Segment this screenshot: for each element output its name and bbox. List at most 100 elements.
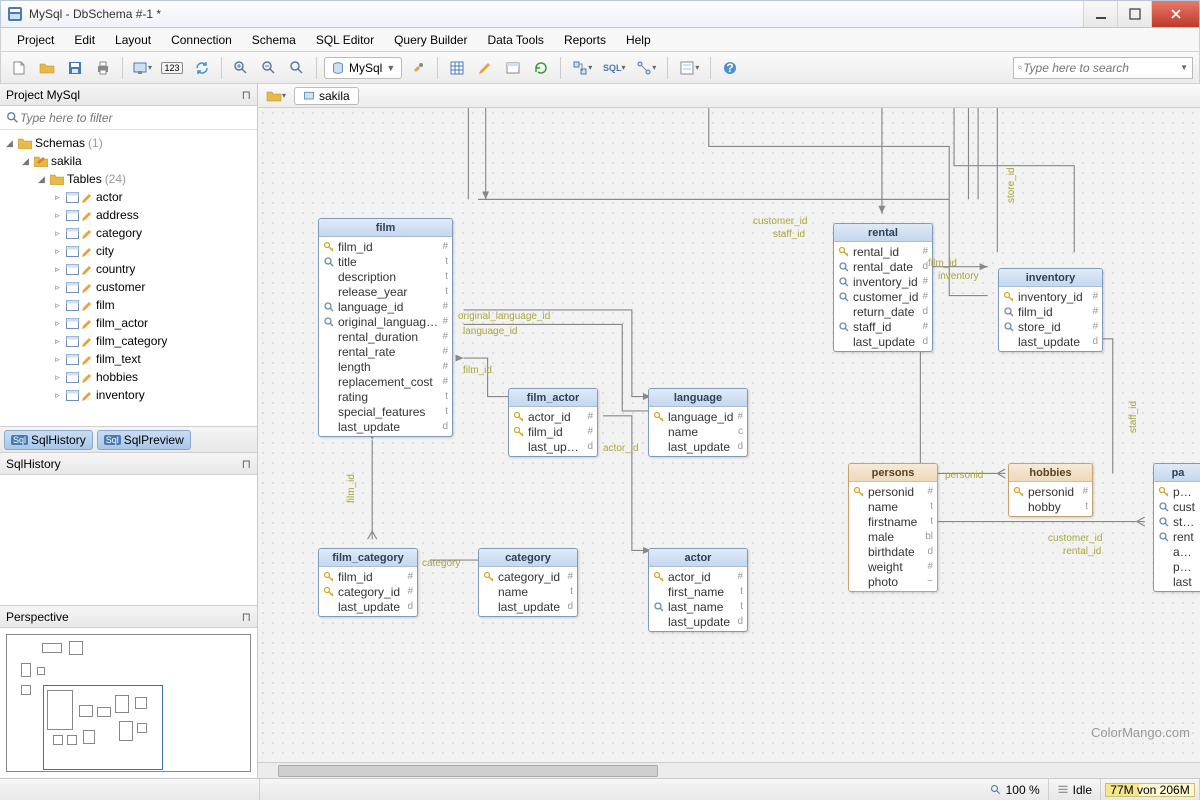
column-rental_rate[interactable]: rental_rate# bbox=[319, 344, 452, 359]
table-film[interactable]: filmfilm_id#titletdescriptiontrelease_ye… bbox=[318, 218, 453, 437]
toolbar-search-input[interactable] bbox=[1023, 61, 1180, 75]
tree-table-actor[interactable]: ▹ actor bbox=[2, 188, 255, 206]
zoom-in-button[interactable] bbox=[229, 56, 253, 80]
menu-sql-editor[interactable]: SQL Editor bbox=[308, 31, 382, 49]
open-button[interactable] bbox=[35, 56, 59, 80]
tree-twisty[interactable]: ◢ bbox=[4, 138, 15, 149]
tree-table-inventory[interactable]: ▹ inventory bbox=[2, 386, 255, 404]
tree-table-film_text[interactable]: ▹ film_text bbox=[2, 350, 255, 368]
column-staff[interactable]: staff bbox=[1154, 514, 1200, 529]
column-release_year[interactable]: release_yeart bbox=[319, 284, 452, 299]
tree-twisty[interactable]: ▹ bbox=[52, 390, 63, 401]
column-film_id[interactable]: film_id# bbox=[319, 239, 452, 254]
column-rent[interactable]: rent bbox=[1154, 529, 1200, 544]
column-rental_id[interactable]: rental_id# bbox=[834, 244, 932, 259]
tree-twisty[interactable]: ▹ bbox=[52, 336, 63, 347]
pin-icon[interactable]: ⊓ bbox=[242, 610, 251, 624]
window-maximize-button[interactable] bbox=[1117, 1, 1151, 27]
tree-twisty[interactable]: ◢ bbox=[36, 174, 47, 185]
layout-button[interactable]: ▾ bbox=[130, 56, 154, 80]
canvas-tab-sakila[interactable]: sakila bbox=[294, 87, 359, 105]
column-staff_id[interactable]: staff_id# bbox=[834, 319, 932, 334]
column-personid[interactable]: personid# bbox=[1009, 484, 1092, 499]
table-header[interactable]: category bbox=[479, 549, 577, 567]
menu-reports[interactable]: Reports bbox=[556, 31, 614, 49]
column-cust[interactable]: cust bbox=[1154, 499, 1200, 514]
column-customer_id[interactable]: customer_id# bbox=[834, 289, 932, 304]
column-last_update[interactable]: last_updated bbox=[479, 599, 577, 614]
column-last_update[interactable]: last_updated bbox=[834, 334, 932, 349]
table-header[interactable]: hobbies bbox=[1009, 464, 1092, 482]
menu-schema[interactable]: Schema bbox=[244, 31, 304, 49]
column-personid[interactable]: personid# bbox=[849, 484, 937, 499]
zoom-fit-button[interactable] bbox=[285, 56, 309, 80]
menu-layout[interactable]: Layout bbox=[107, 31, 159, 49]
sql-button[interactable]: SQL▾ bbox=[600, 56, 628, 80]
numeric-button[interactable]: 123 bbox=[158, 56, 186, 80]
tree-twisty[interactable]: ▹ bbox=[52, 210, 63, 221]
tree-twisty[interactable]: ▹ bbox=[52, 246, 63, 257]
help-button[interactable]: ? bbox=[718, 56, 742, 80]
tree-table-film_actor[interactable]: ▹ film_actor bbox=[2, 314, 255, 332]
menu-project[interactable]: Project bbox=[9, 31, 62, 49]
project-filter[interactable] bbox=[0, 106, 257, 130]
menu-edit[interactable]: Edit bbox=[66, 31, 103, 49]
column-actor_id[interactable]: actor_id# bbox=[649, 569, 747, 584]
tree-twisty[interactable]: ▹ bbox=[52, 354, 63, 365]
diagram-canvas[interactable]: ColorMango.com filmfilm_id#titletdescrip… bbox=[258, 108, 1200, 762]
table-language[interactable]: languagelanguage_id#nameclast_updated bbox=[648, 388, 748, 457]
menu-data-tools[interactable]: Data Tools bbox=[479, 31, 551, 49]
window-minimize-button[interactable] bbox=[1083, 1, 1117, 27]
column-name[interactable]: namet bbox=[849, 499, 937, 514]
new-project-button[interactable] bbox=[7, 56, 31, 80]
column-name[interactable]: namet bbox=[479, 584, 577, 599]
sync-button[interactable] bbox=[190, 56, 214, 80]
grid-button[interactable] bbox=[445, 56, 469, 80]
table-header[interactable]: persons bbox=[849, 464, 937, 482]
column-weight[interactable]: weight# bbox=[849, 559, 937, 574]
column-amou[interactable]: amou bbox=[1154, 544, 1200, 559]
pin-icon[interactable]: ⊓ bbox=[242, 457, 251, 471]
tree-twisty[interactable]: ▹ bbox=[52, 264, 63, 275]
toolbar-search[interactable]: ▼ bbox=[1013, 57, 1193, 79]
column-firstname[interactable]: firstnamet bbox=[849, 514, 937, 529]
tree-twisty[interactable]: ◢ bbox=[20, 156, 31, 167]
sqlhistory-body[interactable] bbox=[0, 475, 257, 605]
column-return_date[interactable]: return_dated bbox=[834, 304, 932, 319]
column-last_name[interactable]: last_namet bbox=[649, 599, 747, 614]
column-actor_id[interactable]: actor_id# bbox=[509, 409, 597, 424]
column-photo[interactable]: photo~ bbox=[849, 574, 937, 589]
refresh-button[interactable] bbox=[529, 56, 553, 80]
table-actor[interactable]: actoractor_id#first_nametlast_nametlast_… bbox=[648, 548, 748, 632]
column-category_id[interactable]: category_id# bbox=[479, 569, 577, 584]
column-rental_date[interactable]: rental_dated bbox=[834, 259, 932, 274]
table-film_actor[interactable]: film_actoractor_id#film_id#last_updated bbox=[508, 388, 598, 457]
menu-help[interactable]: Help bbox=[618, 31, 659, 49]
table-header[interactable]: pa bbox=[1154, 464, 1200, 482]
save-button[interactable] bbox=[63, 56, 87, 80]
perspective-minimap[interactable] bbox=[6, 634, 251, 772]
tree-twisty[interactable]: ▹ bbox=[52, 318, 63, 329]
column-rental_duration[interactable]: rental_duration# bbox=[319, 329, 452, 344]
project-filter-input[interactable] bbox=[20, 111, 251, 125]
tree-table-film[interactable]: ▹ film bbox=[2, 296, 255, 314]
column-last_update[interactable]: last_updated bbox=[649, 439, 747, 454]
table-film_category[interactable]: film_categoryfilm_id#category_id#last_up… bbox=[318, 548, 418, 617]
column-special_features[interactable]: special_featurest bbox=[319, 404, 452, 419]
tree-twisty[interactable]: ▹ bbox=[52, 282, 63, 293]
menu-connection[interactable]: Connection bbox=[163, 31, 240, 49]
column-title[interactable]: titlet bbox=[319, 254, 452, 269]
column-language_id[interactable]: language_id# bbox=[319, 299, 452, 314]
tree-table-customer[interactable]: ▹ customer bbox=[2, 278, 255, 296]
pin-icon[interactable]: ⊓ bbox=[242, 88, 251, 102]
canvas-open-button[interactable]: ▾ bbox=[264, 84, 288, 108]
column-last_update[interactable]: last_updated bbox=[999, 334, 1102, 349]
column-store_id[interactable]: store_id# bbox=[999, 319, 1102, 334]
tree-table-hobbies[interactable]: ▹ hobbies bbox=[2, 368, 255, 386]
column-name[interactable]: namec bbox=[649, 424, 747, 439]
table-payment[interactable]: papayncuststaffrentamoupaynlast bbox=[1153, 463, 1200, 592]
column-inventory_id[interactable]: inventory_id# bbox=[999, 289, 1102, 304]
column-birthdate[interactable]: birthdated bbox=[849, 544, 937, 559]
column-last_update[interactable]: last_updated bbox=[649, 614, 747, 629]
horizontal-scrollbar[interactable] bbox=[258, 762, 1200, 778]
